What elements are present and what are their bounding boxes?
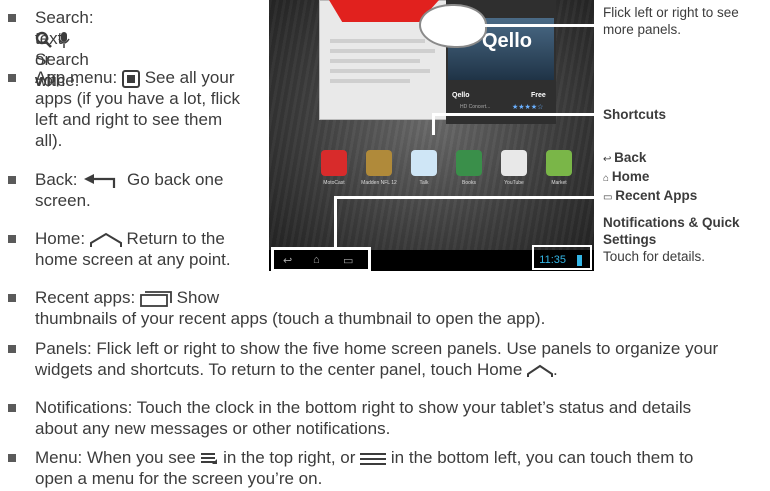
back-lead: Back: [35, 170, 78, 189]
bullet-marker [8, 294, 16, 302]
notifications-callout: Notifications & Quick Settings Touch for… [603, 215, 740, 264]
home-small-icon: ⌂ [603, 173, 612, 184]
home-lead: Home: [35, 229, 86, 248]
app-menu-lead: App menu: [35, 68, 118, 87]
nav-buttons-callout: ↩ Back ⌂ Home ▭ Recent Apps [603, 150, 698, 203]
home-description: Return to the [126, 229, 225, 248]
recent-apps-icon [140, 290, 172, 307]
app-shortcut-icon[interactable] [321, 150, 347, 176]
qello-logo: Qello [482, 30, 533, 52]
home-icon [527, 364, 554, 377]
tablet-home-screen: Qello Qello Free HD Concert... ★★★★☆ Mot… [269, 0, 594, 271]
shortcuts-callout: Shortcuts [603, 107, 667, 122]
nav-leader-line [334, 196, 602, 199]
shortcuts-leader-line [432, 113, 602, 116]
nav-buttons-highlight [271, 247, 371, 271]
menu-top-icon [201, 452, 218, 464]
menu-description-2: open a menu for the screen you’re on. [35, 469, 323, 488]
panels-description-2: widgets and shortcuts. To return to the … [35, 360, 523, 379]
status-highlight [532, 245, 592, 270]
app-menu-description-2: apps (if you have a lot, flick [35, 89, 241, 108]
app-shortcut-icon[interactable] [366, 150, 392, 176]
app-menu-icon [121, 69, 140, 88]
nav-leader-vertical [334, 196, 337, 248]
app-shortcut-icon[interactable] [411, 150, 437, 176]
shortcuts-leader-vertical [432, 113, 435, 135]
app-menu-description-3: left and right to see them [35, 110, 223, 129]
app-shortcut-icon[interactable] [456, 150, 482, 176]
bullet-marker [8, 14, 16, 22]
back-description-2: screen. [35, 191, 91, 210]
home-icon [89, 232, 122, 247]
notifications-description-2: about any new messages or other notifica… [35, 419, 391, 438]
app-shortcut-icon[interactable] [501, 150, 527, 176]
back-description: Go back one [127, 170, 224, 189]
recent-small-icon: ▭ [603, 192, 616, 203]
app-shortcut-label: Books [462, 180, 476, 186]
recent-apps-description-2: thumbnails of your recent apps (touch a … [35, 309, 546, 328]
app-menu-description-4: all). [35, 131, 63, 150]
menu-description: Menu: When you see [35, 448, 196, 467]
recent-apps-lead: Recent apps: [35, 288, 136, 307]
app-shortcut-label: YouTube [504, 180, 524, 186]
back-arrow-icon [84, 173, 116, 188]
panels-leader-line [450, 24, 602, 27]
shortcut-row: MotoCast Madden NFL 12 Talk Books YouTube Mar… [321, 150, 572, 190]
recent-apps-description: Show [176, 288, 220, 307]
menu-description-b: in the top right, or [223, 448, 356, 467]
app-shortcut-label: Talk [419, 180, 429, 186]
panels-period: . [553, 360, 558, 379]
app-shortcut-icon[interactable] [546, 150, 572, 176]
notifications-description: Notifications: Touch the clock in the bo… [35, 398, 692, 417]
back-small-icon: ↩ [603, 154, 615, 165]
app-shortcut-label: Madden NFL 12 [361, 180, 397, 186]
panels-description: Panels: Flick left or right to show the … [35, 339, 719, 358]
app-menu-description: See all your [144, 68, 235, 87]
bullet-marker [8, 454, 16, 462]
app-shortcut-label: MotoCast [323, 180, 345, 186]
bullet-marker [8, 74, 16, 82]
bullet-marker [8, 176, 16, 184]
menu-description-c: in the bottom left, you can touch them t… [390, 448, 694, 467]
bullet-marker [8, 404, 16, 412]
search-lead: Search: [35, 8, 94, 27]
bullet-marker [8, 235, 16, 243]
menu-bottom-icon [360, 452, 387, 465]
bullet-marker [8, 345, 16, 353]
panels-callout: Flick left or right to see more panels. [603, 5, 739, 37]
app-shortcut-label: Market [551, 180, 567, 186]
home-description-2: home screen at any point. [35, 250, 231, 269]
